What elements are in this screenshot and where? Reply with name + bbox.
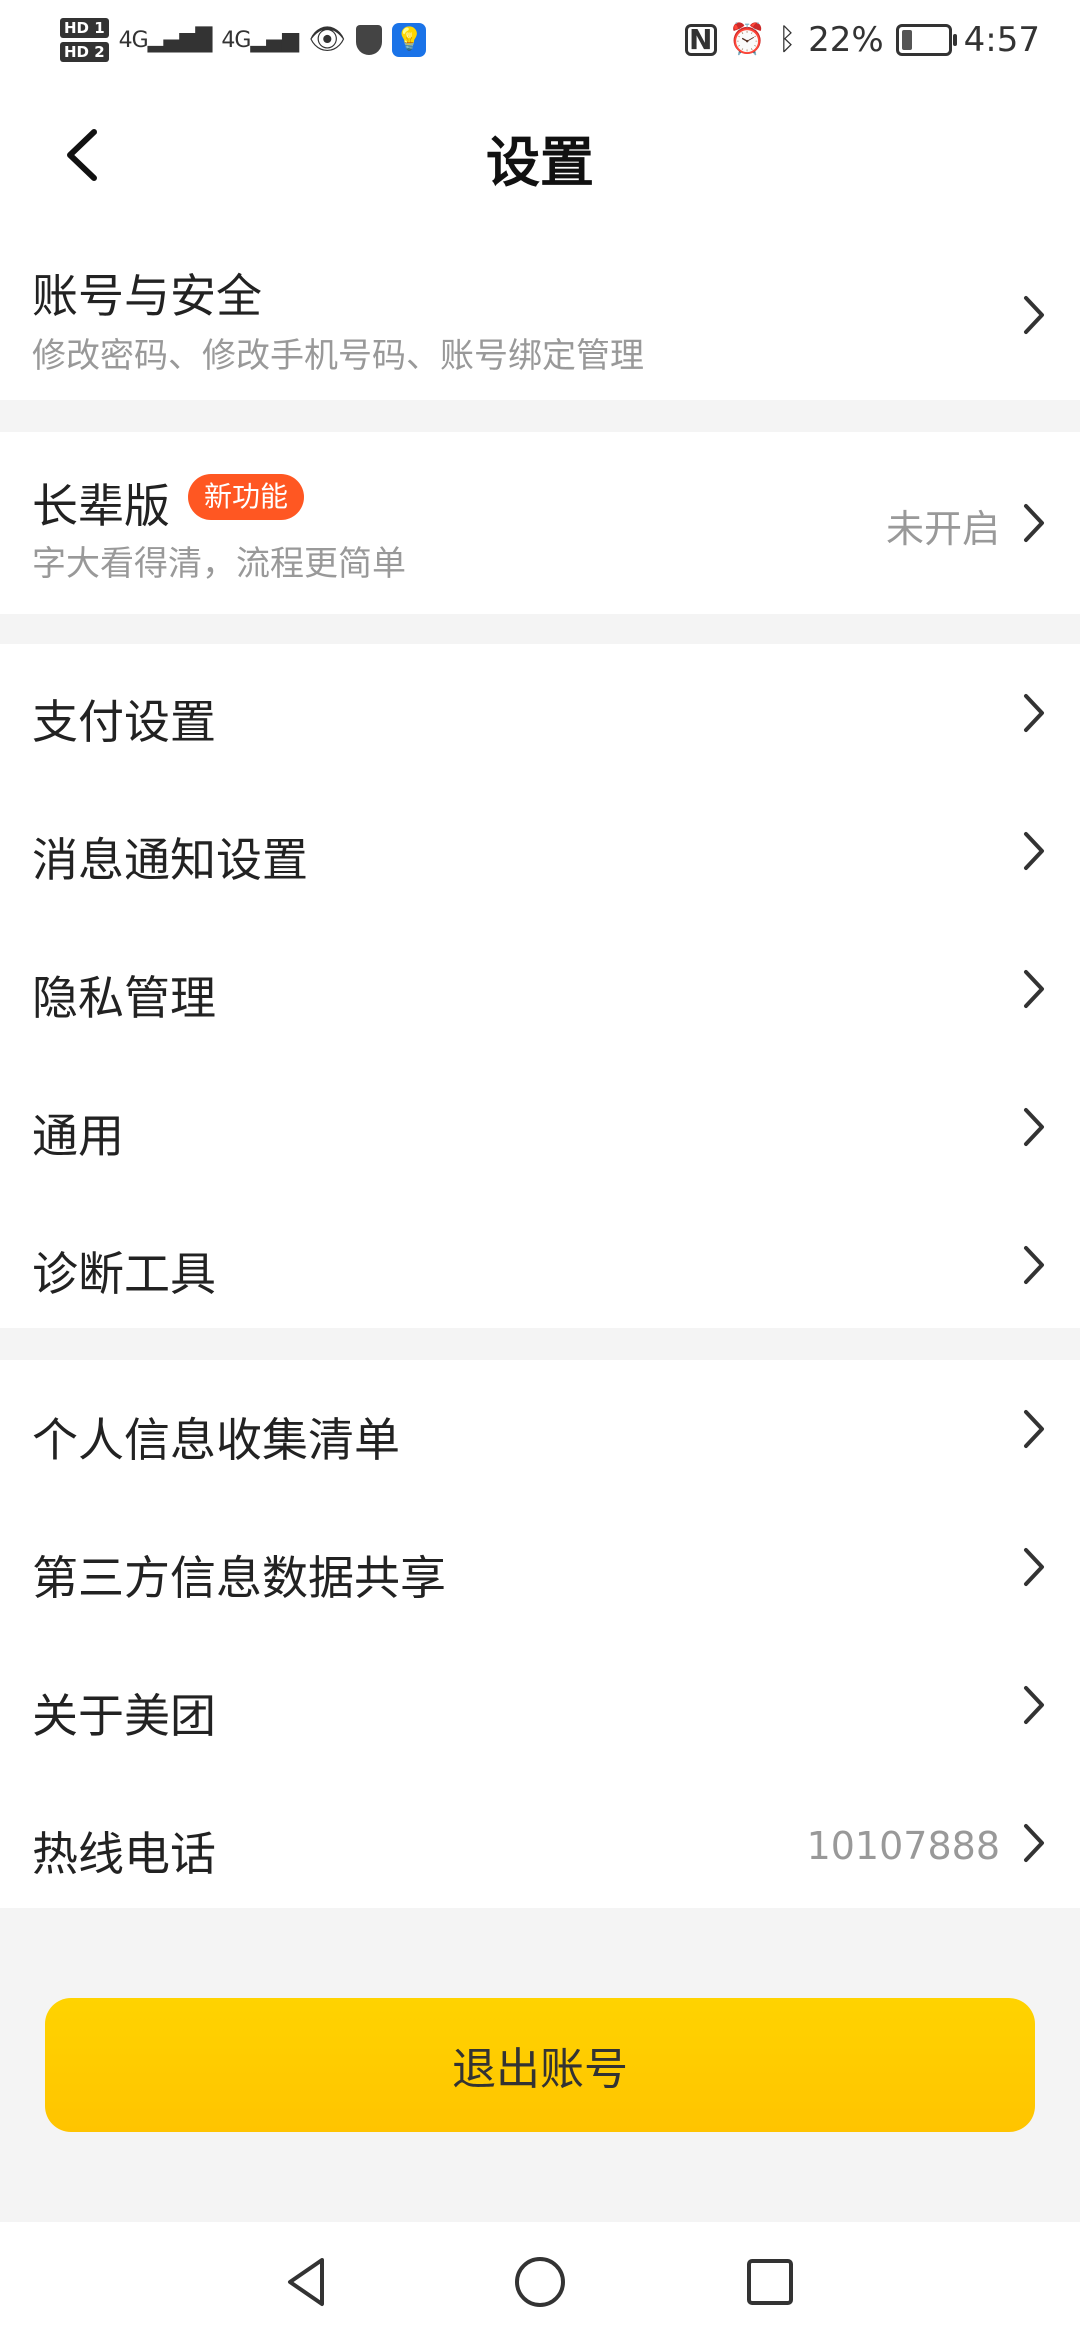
list-item-label: 个人信息收集清单 xyxy=(32,1413,400,1467)
hd-badge-icon: HD 1 HD 2 xyxy=(60,18,109,62)
elder-mode-title: 长辈版 xyxy=(32,479,170,533)
elder-mode-subtitle: 字大看得清，流程更简单 xyxy=(32,544,406,584)
list-item-notifications[interactable]: 消息通知设置 xyxy=(0,782,1080,920)
chevron-right-icon xyxy=(1014,1680,1054,1730)
elder-mode-status: 未开启 xyxy=(885,507,1000,551)
battery-icon xyxy=(895,24,957,56)
signal-icon: 4G▂▄▆ xyxy=(221,27,299,53)
back-triangle-icon[interactable] xyxy=(276,2250,340,2314)
chevron-right-icon xyxy=(1014,1404,1054,1454)
home-circle-icon[interactable] xyxy=(508,2250,572,2314)
chevron-right-icon xyxy=(1014,826,1054,876)
alarm-icon: ⏰ xyxy=(728,22,767,57)
list-item-privacy[interactable]: 隐私管理 xyxy=(0,920,1080,1058)
list-item-diagnostics[interactable]: 诊断工具 xyxy=(0,1196,1080,1328)
shield-icon xyxy=(356,25,383,55)
list-item-label: 关于美团 xyxy=(32,1689,216,1743)
chevron-right-icon xyxy=(1014,1102,1054,1152)
hotline-number: 10107888 xyxy=(806,1824,1000,1868)
battery-percent: 22% xyxy=(808,20,884,60)
list-item-payment[interactable]: 支付设置 xyxy=(0,644,1080,782)
list-item-third-party[interactable]: 第三方信息数据共享 xyxy=(0,1498,1080,1636)
bulb-icon: 💡 xyxy=(392,23,427,57)
bluetooth-icon: ᛒ xyxy=(778,22,797,57)
signal1-label: 4G xyxy=(118,27,149,53)
page-title: 设置 xyxy=(486,131,594,194)
hd2-label: HD 2 xyxy=(60,42,109,62)
list-item-label: 支付设置 xyxy=(32,695,216,749)
recents-square-icon[interactable] xyxy=(738,2250,802,2314)
account-security-subtitle: 修改密码、修改手机号码、账号绑定管理 xyxy=(32,336,644,376)
list-item-label: 隐私管理 xyxy=(32,971,216,1025)
list-item-personal-info[interactable]: 个人信息收集清单 xyxy=(0,1360,1080,1498)
logout-button[interactable]: 退出账号 xyxy=(45,1998,1035,2132)
chevron-right-icon xyxy=(1014,1542,1054,1592)
chevron-right-icon xyxy=(1014,1240,1054,1290)
elder-section: 长辈版 新功能 字大看得清，流程更简单 未开启 xyxy=(0,432,1080,614)
settings-screen: HD 1 HD 2 4G▂▄▆█ 4G▂▄▆ 👁 💡 N ⏰ ᛒ 22% 4:5… xyxy=(0,0,1080,2340)
account-security-title: 账号与安全 xyxy=(32,269,262,323)
account-security-row[interactable]: 账号与安全 修改密码、修改手机号码、账号绑定管理 xyxy=(0,230,1080,400)
elder-mode-row[interactable]: 长辈版 新功能 字大看得清，流程更简单 未开启 xyxy=(0,432,1080,614)
list-item-label: 消息通知设置 xyxy=(32,833,308,887)
status-bar: HD 1 HD 2 4G▂▄▆█ 4G▂▄▆ 👁 💡 N ⏰ ᛒ 22% 4:5… xyxy=(0,0,1080,80)
list-item-hotline[interactable]: 热线电话 10107888 xyxy=(0,1774,1080,1908)
system-nav-bar xyxy=(0,2222,1080,2340)
status-right: N ⏰ ᛒ 22% 4:57 xyxy=(684,12,1040,68)
account-section: 账号与安全 修改密码、修改手机号码、账号绑定管理 xyxy=(0,230,1080,400)
clock: 4:57 xyxy=(963,20,1040,60)
eye-icon: 👁 xyxy=(308,22,347,57)
chevron-right-icon xyxy=(1014,1818,1054,1868)
settings-group-1: 支付设置 消息通知设置 隐私管理 通用 诊断工具 xyxy=(0,644,1080,1328)
logout-label: 退出账号 xyxy=(452,2044,628,2095)
list-item-label: 通用 xyxy=(32,1109,124,1163)
new-feature-badge: 新功能 xyxy=(188,474,305,520)
signal-icon: 4G▂▄▆█ xyxy=(118,27,213,53)
status-left: HD 1 HD 2 4G▂▄▆█ 4G▂▄▆ 👁 💡 xyxy=(60,12,427,68)
list-item-general[interactable]: 通用 xyxy=(0,1058,1080,1196)
settings-group-2: 个人信息收集清单 第三方信息数据共享 关于美团 热线电话 10107888 xyxy=(0,1360,1080,1908)
chevron-right-icon xyxy=(1014,290,1054,340)
chevron-right-icon xyxy=(1014,964,1054,1014)
chevron-right-icon xyxy=(1014,498,1054,548)
list-item-label: 热线电话 xyxy=(32,1827,216,1881)
nfc-icon: N xyxy=(684,24,717,56)
list-item-label: 第三方信息数据共享 xyxy=(32,1551,446,1605)
battery-fill xyxy=(901,30,912,50)
list-item-label: 诊断工具 xyxy=(32,1247,216,1301)
hd1-label: HD 1 xyxy=(60,18,109,38)
top-bar: 设置 xyxy=(0,80,1080,230)
signal2-label: 4G xyxy=(221,27,251,53)
list-item-about[interactable]: 关于美团 xyxy=(0,1636,1080,1774)
chevron-right-icon xyxy=(1014,688,1054,738)
